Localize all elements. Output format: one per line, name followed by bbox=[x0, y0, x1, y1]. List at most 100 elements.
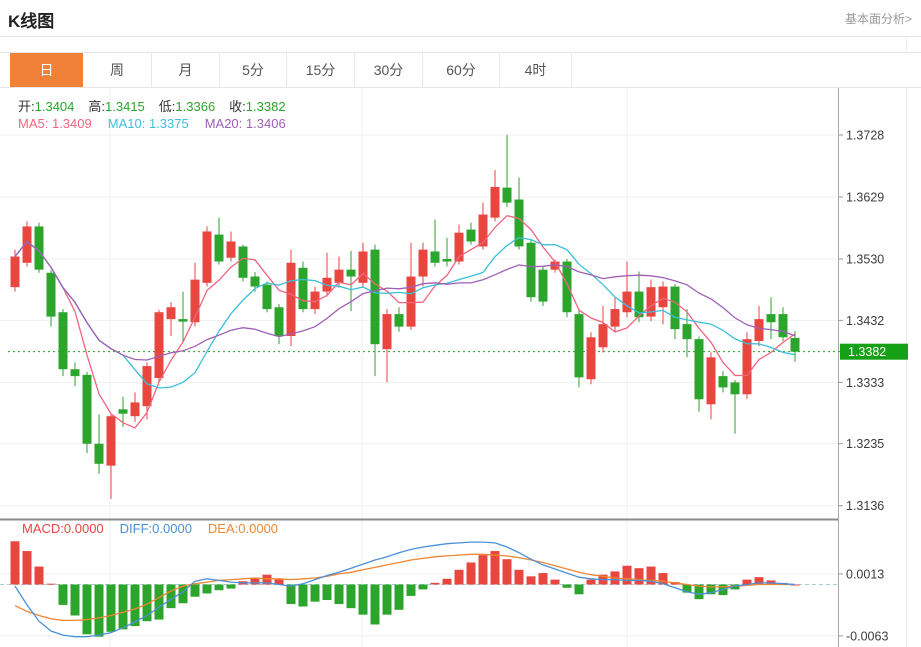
candle-body bbox=[83, 375, 92, 444]
tab-interval-8[interactable]: 4时 bbox=[500, 53, 572, 87]
macd-bar bbox=[395, 585, 404, 610]
tab-interval-2[interactable]: 周 bbox=[83, 53, 152, 87]
candle-body bbox=[743, 339, 752, 394]
macd-bar bbox=[47, 584, 56, 585]
candle-body bbox=[263, 285, 272, 309]
candle-body bbox=[431, 251, 440, 262]
macd-bar bbox=[59, 585, 68, 605]
current-price-tag: 1.3382 bbox=[838, 344, 908, 360]
candle-body bbox=[587, 337, 596, 379]
tab-interval-1[interactable]: 日 bbox=[10, 53, 83, 87]
page-title: K线图 bbox=[8, 7, 54, 32]
tab-interval-5[interactable]: 15分 bbox=[287, 53, 355, 87]
candle-body bbox=[179, 319, 188, 322]
macd-bar bbox=[431, 583, 440, 585]
candle-body bbox=[719, 376, 728, 387]
high-value: 1.3415 bbox=[105, 99, 145, 114]
candle-body bbox=[359, 251, 368, 282]
low-value: 1.3366 bbox=[175, 99, 215, 114]
macd-bar bbox=[623, 566, 632, 585]
candle-body bbox=[47, 273, 56, 317]
candle-body bbox=[383, 314, 392, 349]
close-label: 收: bbox=[229, 99, 246, 114]
candle-body bbox=[623, 292, 632, 313]
axis-tick-label: -0.0063 bbox=[846, 629, 888, 643]
macd-bar bbox=[167, 585, 176, 609]
candle-body bbox=[599, 324, 608, 347]
macd-bar bbox=[635, 568, 644, 584]
tab-interval-6[interactable]: 30分 bbox=[355, 53, 423, 87]
candle-body bbox=[155, 312, 164, 378]
macd-bar bbox=[35, 567, 44, 585]
candle-body bbox=[539, 270, 548, 302]
candle-body bbox=[419, 250, 428, 277]
low-label: 低: bbox=[159, 99, 176, 114]
candle-body bbox=[767, 314, 776, 322]
candle-body bbox=[395, 314, 404, 327]
macd-bar bbox=[443, 579, 452, 585]
axis-tick-label: 1.3333 bbox=[846, 376, 884, 390]
candle-body bbox=[239, 246, 248, 277]
fundamental-analysis-link[interactable]: 基本面分析> bbox=[845, 10, 912, 27]
candle-body bbox=[443, 259, 452, 262]
dea-value-readout: DEA:0.0000 bbox=[208, 521, 278, 536]
candle-body bbox=[59, 312, 68, 369]
candle-body bbox=[791, 338, 800, 352]
interval-tab-bar: 日周月5分15分30分60分4时 bbox=[0, 52, 921, 88]
candle-body bbox=[287, 263, 296, 336]
macd-bar bbox=[311, 585, 320, 602]
candle-body bbox=[659, 287, 668, 308]
candle-body bbox=[251, 277, 260, 287]
macd-bar bbox=[83, 585, 92, 635]
macd-histogram-group bbox=[11, 541, 800, 636]
candle-body bbox=[107, 416, 116, 465]
tab-interval-4[interactable]: 5分 bbox=[220, 53, 287, 87]
macd-bar bbox=[551, 580, 560, 585]
macd-bar bbox=[371, 585, 380, 625]
candle-body bbox=[671, 287, 680, 330]
candle-body bbox=[215, 235, 224, 262]
tab-interval-3[interactable]: 月 bbox=[152, 53, 220, 87]
axis-labels: 1.37281.36291.35301.34321.33331.32351.31… bbox=[838, 129, 888, 644]
macd-bar bbox=[215, 585, 224, 591]
candle-body bbox=[779, 314, 788, 337]
axis-tick-label: 1.3629 bbox=[846, 191, 884, 205]
macd-bar bbox=[119, 585, 128, 630]
candle-body bbox=[11, 256, 20, 287]
header: K线图 基本面分析> bbox=[0, 0, 921, 37]
macd-bar bbox=[71, 585, 80, 616]
candle-body bbox=[407, 277, 416, 327]
macd-bar bbox=[539, 573, 548, 584]
axis-tick-label: 1.3728 bbox=[846, 129, 884, 143]
macd-bar bbox=[287, 585, 296, 605]
ma10-readout: MA10: 1.3375 bbox=[108, 116, 189, 131]
candle-body bbox=[755, 319, 764, 341]
macd-readout: MACD:0.0000DIFF:0.0000DEA:0.0000 bbox=[22, 521, 294, 536]
ohlc-readout: 开:1.3404高:1.3415低:1.3366收:1.3382 bbox=[18, 96, 300, 115]
macd-bar bbox=[11, 541, 20, 584]
macd-bar bbox=[455, 570, 464, 585]
candle-body bbox=[95, 444, 104, 464]
macd-bar bbox=[227, 585, 236, 589]
candle-body bbox=[527, 243, 536, 297]
candle-body bbox=[119, 409, 128, 413]
candle-body bbox=[695, 339, 704, 399]
axis-tick-label: 1.3235 bbox=[846, 437, 884, 451]
macd-bar bbox=[575, 585, 584, 595]
candle-body bbox=[491, 187, 500, 218]
macd-bar bbox=[299, 585, 308, 607]
macd-bar bbox=[587, 580, 596, 585]
macd-bar bbox=[203, 585, 212, 594]
open-value: 1.3404 bbox=[35, 99, 75, 114]
macd-bar bbox=[383, 585, 392, 615]
diff-value-readout: DIFF:0.0000 bbox=[120, 521, 192, 536]
macd-bar bbox=[407, 585, 416, 596]
macd-bar bbox=[323, 585, 332, 601]
candle-body bbox=[71, 369, 80, 376]
candles-group bbox=[11, 135, 800, 499]
kline-page: 1.37281.36291.35301.34321.33331.32351.31… bbox=[0, 0, 921, 647]
tab-interval-7[interactable]: 60分 bbox=[423, 53, 500, 87]
candle-body bbox=[467, 230, 476, 242]
macd-bar bbox=[335, 585, 344, 605]
axis-tick-label: 1.3432 bbox=[846, 314, 884, 328]
